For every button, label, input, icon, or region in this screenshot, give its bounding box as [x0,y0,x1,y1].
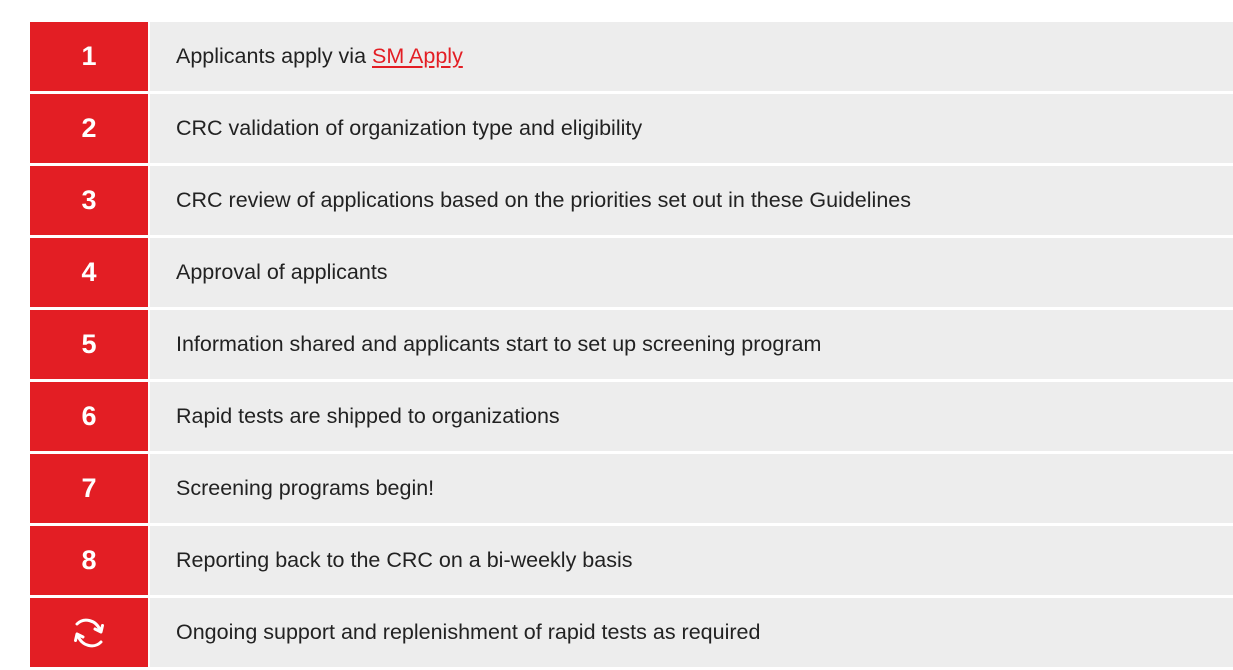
step-number: 3 [30,166,148,235]
cycle-arrows-icon-svg [74,618,104,647]
step-row-7: 7 Screening programs begin! [30,454,1233,523]
step-number: 4 [30,238,148,307]
step-text: CRC validation of organization type and … [176,116,643,140]
step-number: 1 [30,22,148,91]
step-content: CRC review of applications based on the … [150,166,1233,235]
step-number: 2 [30,94,148,163]
step-text: Approval of applicants [176,260,388,284]
step-content: Rapid tests are shipped to organizations [150,382,1233,451]
step-label: Applicants apply via SM Apply [176,44,463,69]
step-row-ongoing: Ongoing support and replenishment of rap… [30,598,1233,667]
step-text: CRC review of applications based on the … [176,188,911,212]
step-text: Ongoing support and replenishment of rap… [176,620,761,644]
step-content: Approval of applicants [150,238,1233,307]
step-content: Information shared and applicants start … [150,310,1233,379]
step-text: Reporting back to the CRC on a bi-weekly… [176,548,633,572]
step-row-4: 4 Approval of applicants [30,238,1233,307]
step-content: Reporting back to the CRC on a bi-weekly… [150,526,1233,595]
step-content: Ongoing support and replenishment of rap… [150,598,1233,667]
step-content: Applicants apply via SM Apply [150,22,1233,91]
step-row-5: 5 Information shared and applicants star… [30,310,1233,379]
step-content: Screening programs begin! [150,454,1233,523]
step-number: 8 [30,526,148,595]
step-text: Information shared and applicants start … [176,332,822,356]
sm-apply-link[interactable]: SM Apply [372,44,463,68]
step-row-3: 3 CRC review of applications based on th… [30,166,1233,235]
cycle-arrows-icon [30,598,148,667]
step-text: Applicants apply via [176,44,372,68]
step-number: 5 [30,310,148,379]
step-text: Screening programs begin! [176,476,435,500]
step-number: 6 [30,382,148,451]
step-content: CRC validation of organization type and … [150,94,1233,163]
step-row-8: 8 Reporting back to the CRC on a bi-week… [30,526,1233,595]
step-number: 7 [30,454,148,523]
process-steps: 1 Applicants apply via SM Apply 2 CRC va… [30,22,1233,670]
step-text: Rapid tests are shipped to organizations [176,404,560,428]
step-row-6: 6 Rapid tests are shipped to organizatio… [30,382,1233,451]
step-row-1: 1 Applicants apply via SM Apply [30,22,1233,91]
step-row-2: 2 CRC validation of organization type an… [30,94,1233,163]
